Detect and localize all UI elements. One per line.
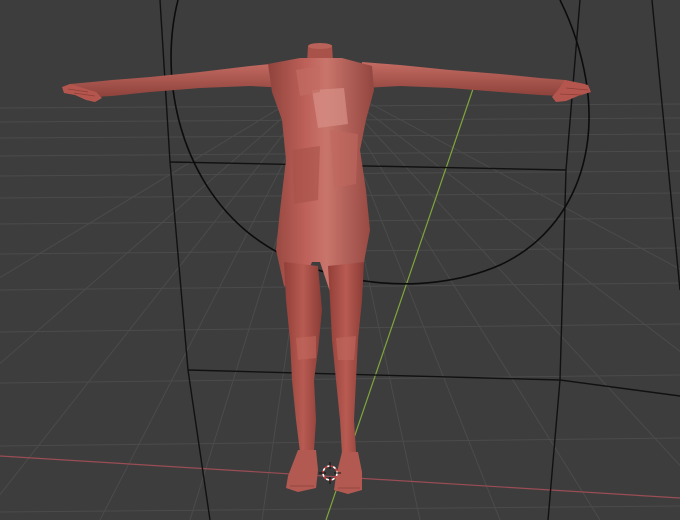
- right-knee: [336, 336, 356, 360]
- neck-cap: [308, 43, 332, 49]
- chest-highlight: [312, 88, 348, 128]
- left-knee: [296, 336, 316, 360]
- abdomen-facet: [330, 130, 358, 188]
- viewport-canvas[interactable]: [0, 0, 680, 520]
- abdomen-facet: [292, 146, 320, 204]
- 3d-viewport[interactable]: [0, 0, 680, 520]
- chest-facet: [296, 66, 320, 96]
